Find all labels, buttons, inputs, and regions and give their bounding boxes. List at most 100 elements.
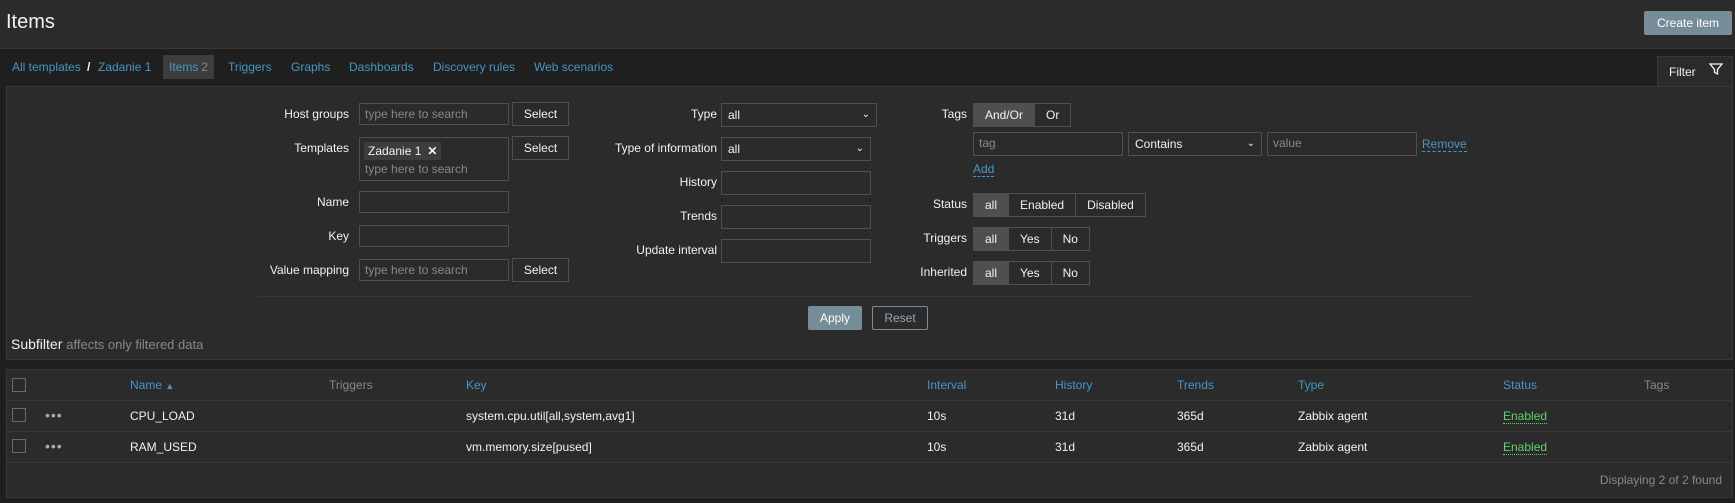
value-mapping-input[interactable]: type here to search bbox=[359, 259, 509, 281]
chevron-down-icon: ⌄ bbox=[1246, 138, 1255, 149]
update-interval-input[interactable] bbox=[721, 239, 871, 263]
tags-or-option[interactable]: Or bbox=[1035, 104, 1070, 126]
item-key: system.cpu.util[all,system,avg1] bbox=[466, 409, 635, 423]
trends-label: Trends bbox=[680, 209, 717, 223]
filter-divider bbox=[258, 296, 1474, 297]
tab-items[interactable]: Items 2 bbox=[163, 55, 215, 79]
value-mapping-select-button[interactable]: Select bbox=[512, 258, 569, 282]
tag-value-input[interactable]: value bbox=[1267, 132, 1417, 156]
tab-dashboards[interactable]: Dashboards bbox=[349, 55, 414, 79]
sort-ascending-icon: ▲ bbox=[165, 381, 175, 391]
name-input[interactable] bbox=[359, 191, 509, 213]
more-actions-icon[interactable]: ••• bbox=[45, 407, 63, 423]
tag-remove-link[interactable]: Remove bbox=[1422, 137, 1467, 152]
templates-select-button[interactable]: Select bbox=[512, 136, 569, 160]
history-input[interactable] bbox=[721, 171, 871, 195]
breadcrumb-template[interactable]: Zadanie 1 bbox=[98, 55, 151, 79]
select-all-checkbox[interactable] bbox=[12, 378, 26, 392]
subfilter-note: affects only filtered data bbox=[66, 337, 204, 352]
item-name-link[interactable]: RAM_USED bbox=[130, 440, 197, 454]
chip-close-icon[interactable]: ✕ bbox=[427, 144, 437, 158]
column-header-triggers: Triggers bbox=[329, 378, 373, 392]
key-input[interactable] bbox=[359, 225, 509, 247]
subfilter-title: Subfilter bbox=[11, 336, 63, 352]
column-header-trends[interactable]: Trends bbox=[1177, 378, 1214, 392]
item-type: Zabbix agent bbox=[1298, 440, 1368, 454]
history-label: History bbox=[679, 175, 717, 189]
tab-graphs[interactable]: Graphs bbox=[291, 55, 330, 79]
triggers-toggle: all Yes No bbox=[973, 227, 1090, 251]
triggers-no-option[interactable]: No bbox=[1052, 228, 1089, 250]
tab-items-label: Items bbox=[169, 60, 199, 74]
template-chip-label: Zadanie 1 bbox=[368, 144, 422, 158]
item-key: vm.memory.size[pused] bbox=[466, 440, 592, 454]
tag-operator-select[interactable]: Contains ⌄ bbox=[1128, 132, 1262, 156]
column-header-name-label: Name bbox=[130, 378, 163, 392]
triggers-label: Triggers bbox=[923, 231, 967, 245]
status-disabled-option[interactable]: Disabled bbox=[1076, 194, 1145, 216]
type-label: Type bbox=[690, 107, 717, 121]
tab-items-count: 2 bbox=[201, 60, 209, 74]
inherited-no-option[interactable]: No bbox=[1052, 262, 1089, 284]
tag-placeholder: tag bbox=[979, 136, 996, 150]
create-item-button[interactable]: Create item bbox=[1644, 11, 1732, 35]
funnel-icon bbox=[1708, 63, 1724, 76]
column-header-key[interactable]: Key bbox=[466, 378, 487, 392]
type-of-information-value: all bbox=[728, 142, 741, 156]
item-trends: 365d bbox=[1177, 440, 1204, 454]
apply-button[interactable]: Apply bbox=[808, 306, 862, 330]
inherited-yes-option[interactable]: Yes bbox=[1009, 262, 1052, 284]
header-divider bbox=[7, 400, 1732, 401]
item-name-link[interactable]: CPU_LOAD bbox=[130, 409, 195, 423]
tag-name-input[interactable]: tag bbox=[973, 132, 1123, 156]
status-enabled-option[interactable]: Enabled bbox=[1009, 194, 1077, 216]
templates-multiselect[interactable]: Zadanie 1 ✕ type here to search bbox=[359, 137, 509, 181]
item-history: 31d bbox=[1055, 409, 1076, 423]
type-select[interactable]: all ⌄ bbox=[721, 103, 877, 127]
inherited-all-option[interactable]: all bbox=[974, 262, 1010, 284]
item-status[interactable]: Enabled bbox=[1503, 409, 1548, 424]
breadcrumb-separator: / bbox=[87, 60, 91, 74]
item-status[interactable]: Enabled bbox=[1503, 440, 1548, 455]
column-header-type[interactable]: Type bbox=[1298, 378, 1324, 392]
filter-panel: Host groups type here to search Select T… bbox=[6, 86, 1733, 360]
update-interval-label: Update interval bbox=[636, 243, 717, 257]
chevron-down-icon: ⌄ bbox=[855, 143, 864, 154]
reset-button[interactable]: Reset bbox=[872, 306, 928, 330]
column-header-status[interactable]: Status bbox=[1503, 378, 1537, 392]
row-divider bbox=[7, 431, 1732, 432]
column-header-tags: Tags bbox=[1644, 378, 1670, 392]
triggers-yes-option[interactable]: Yes bbox=[1009, 228, 1052, 250]
tab-triggers[interactable]: Triggers bbox=[228, 55, 272, 79]
filter-tab[interactable]: Filter bbox=[1657, 56, 1733, 87]
row-checkbox[interactable] bbox=[12, 408, 26, 422]
column-header-name[interactable]: Name ▲ bbox=[130, 378, 174, 392]
page-title: Items bbox=[6, 11, 55, 33]
tab-discovery-rules[interactable]: Discovery rules bbox=[433, 55, 515, 79]
inherited-toggle: all Yes No bbox=[973, 261, 1090, 285]
tab-web-scenarios[interactable]: Web scenarios bbox=[534, 55, 613, 79]
trends-input[interactable] bbox=[721, 205, 871, 229]
row-divider bbox=[7, 462, 1732, 463]
type-of-information-select[interactable]: all ⌄ bbox=[721, 137, 871, 161]
page-header bbox=[0, 0, 1735, 49]
status-all-option[interactable]: all bbox=[974, 194, 1010, 216]
row-checkbox[interactable] bbox=[12, 439, 26, 453]
pagination-summary: Displaying 2 of 2 found bbox=[1599, 473, 1722, 487]
item-type: Zabbix agent bbox=[1298, 409, 1368, 423]
item-trends: 365d bbox=[1177, 409, 1204, 423]
breadcrumb-all-templates[interactable]: All templates bbox=[12, 55, 81, 79]
tag-add-link[interactable]: Add bbox=[973, 162, 995, 177]
more-actions-icon[interactable]: ••• bbox=[45, 438, 63, 454]
triggers-all-option[interactable]: all bbox=[974, 228, 1010, 250]
item-interval: 10s bbox=[927, 409, 947, 423]
value-mapping-label: Value mapping bbox=[269, 263, 349, 277]
tags-and-or-option[interactable]: And/Or bbox=[974, 104, 1036, 126]
column-header-interval[interactable]: Interval bbox=[927, 378, 966, 392]
column-header-history[interactable]: History bbox=[1055, 378, 1092, 392]
host-groups-select-button[interactable]: Select bbox=[512, 102, 569, 126]
host-groups-input[interactable]: type here to search bbox=[359, 103, 509, 125]
type-of-information-label: Type of information bbox=[614, 141, 717, 155]
templates-label: Templates bbox=[294, 141, 349, 155]
item-history: 31d bbox=[1055, 440, 1076, 454]
